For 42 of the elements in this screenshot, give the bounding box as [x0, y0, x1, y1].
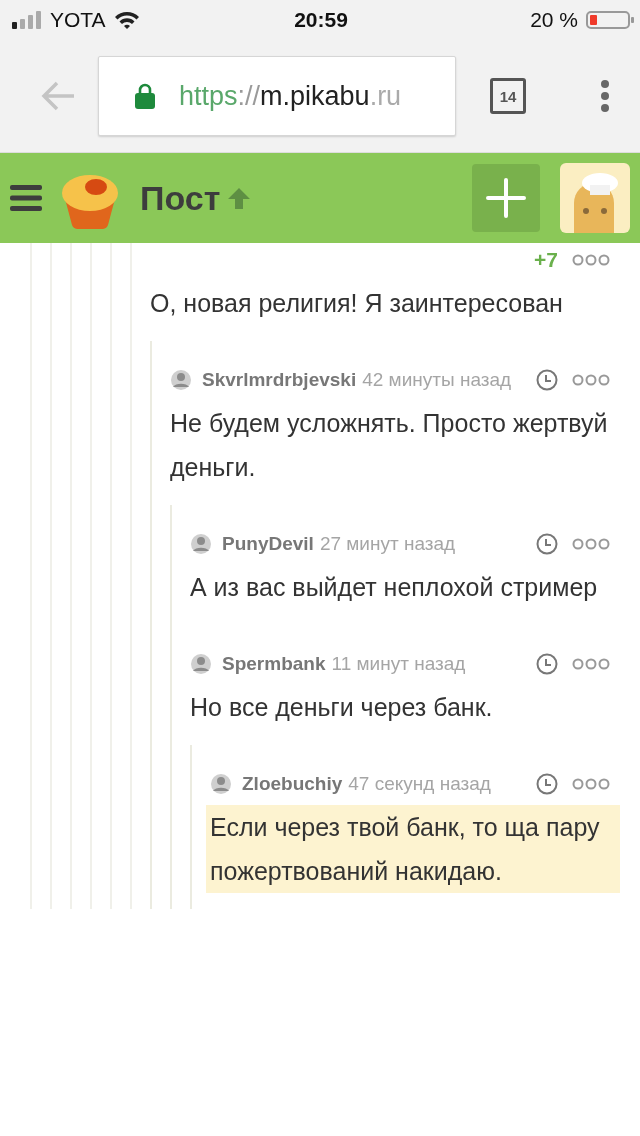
more-icon[interactable] — [572, 658, 610, 670]
comment-text: О, новая религия! Я заинтересован — [150, 288, 564, 319]
avatar-icon[interactable] — [170, 369, 192, 391]
more-icon[interactable] — [572, 538, 610, 550]
url-field[interactable]: https://m.pikabu.ru — [98, 56, 456, 136]
up-arrow-icon[interactable] — [226, 186, 253, 210]
comment-time: 42 минуты назад — [362, 369, 512, 391]
menu-icon[interactable] — [600, 79, 610, 113]
avatar-icon[interactable] — [560, 163, 630, 233]
clock-icon[interactable] — [536, 533, 558, 555]
page-title: Пост — [140, 178, 221, 218]
comment-text: А из вас выйдет неплохой стример — [190, 572, 599, 603]
clock-time: 20:59 — [294, 8, 348, 32]
comment-text: Если через твой банк, то ща пару пожертвований накидаю. — [206, 805, 620, 893]
avatar-icon[interactable] — [190, 533, 212, 555]
comment-time: 27 минут назад — [319, 533, 456, 555]
avatar-icon[interactable] — [190, 653, 212, 675]
signal-icon — [12, 11, 42, 29]
menu-icon[interactable] — [10, 185, 42, 211]
tab-count-button[interactable]: 14 — [490, 78, 526, 114]
author-name[interactable]: Zloebuchiy — [242, 773, 343, 795]
author-name[interactable]: Skvrlmrdrbjevski — [202, 369, 357, 391]
lock-icon — [135, 83, 155, 109]
author-name[interactable]: PunyDevil — [222, 533, 314, 555]
author-name[interactable]: Spermbank — [222, 653, 326, 675]
wifi-icon — [113, 10, 140, 30]
battery-percent: 20 % — [530, 8, 578, 32]
comment-text: Не будем усложнять. Просто жертвуй деньги. — [170, 408, 609, 483]
clock-icon[interactable] — [536, 653, 558, 675]
add-button[interactable] — [472, 164, 540, 232]
comment-text: Но все деньги через банк. — [190, 692, 494, 723]
plus-icon — [486, 178, 526, 218]
clock-icon[interactable] — [536, 369, 558, 391]
more-icon[interactable] — [572, 778, 610, 790]
more-icon[interactable] — [572, 374, 610, 386]
carrier-name: YOTA — [50, 8, 106, 32]
clock-icon[interactable] — [536, 773, 558, 795]
comment-time: 11 минут назад — [331, 653, 466, 675]
avatar-icon[interactable] — [210, 773, 232, 795]
comment-time: 47 секунд назад — [348, 773, 491, 795]
more-icon[interactable] — [572, 254, 610, 266]
comment-rating: +7 — [534, 248, 558, 272]
